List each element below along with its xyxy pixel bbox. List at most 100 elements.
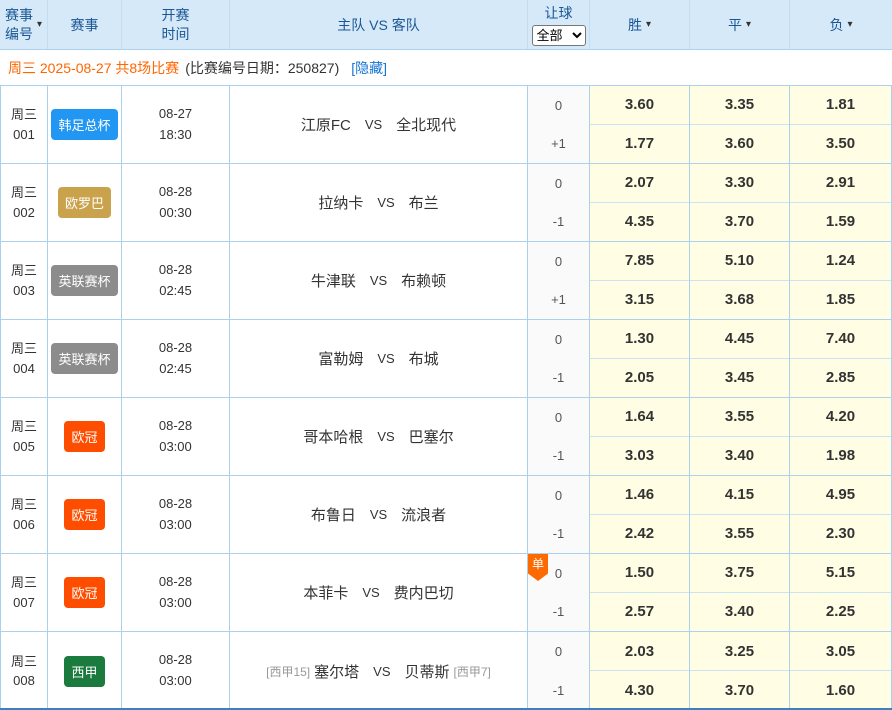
- hide-link[interactable]: [隐藏]: [351, 58, 387, 78]
- draw-sort-icon[interactable]: ▾: [746, 19, 751, 30]
- league-badge[interactable]: 英联赛杯: [51, 343, 117, 374]
- draw-odds-top[interactable]: 3.55: [690, 398, 789, 437]
- win-odds-top[interactable]: 1.50: [590, 554, 689, 593]
- teams-cell[interactable]: 牛津联VS布赖顿: [230, 242, 528, 319]
- col-header-lose[interactable]: 负 ▾: [790, 0, 892, 49]
- draw-odds-bottom[interactable]: 3.70: [690, 671, 789, 710]
- win-odds-top[interactable]: 1.30: [590, 320, 689, 359]
- match-no: 006: [13, 515, 35, 535]
- draw-odds-top[interactable]: 4.45: [690, 320, 789, 359]
- handicap-filter-select[interactable]: 全部: [532, 25, 586, 46]
- home-team: 哥本哈根: [303, 426, 363, 447]
- lose-odds-bottom[interactable]: 1.98: [790, 437, 891, 476]
- win-odds-top[interactable]: 3.60: [590, 86, 689, 125]
- handicap-value-top: 0: [528, 86, 589, 125]
- draw-odds-top[interactable]: 3.30: [690, 164, 789, 203]
- league-badge[interactable]: 欧冠: [64, 421, 104, 452]
- col-header-match-no[interactable]: 赛事 编号 ▾: [0, 0, 48, 49]
- win-odds-top[interactable]: 7.85: [590, 242, 689, 281]
- lose-odds-top[interactable]: 1.24: [790, 242, 891, 281]
- league-badge[interactable]: 英联赛杯: [51, 265, 117, 296]
- draw-odds-bottom[interactable]: 3.68: [690, 281, 789, 320]
- home-team: 塞尔塔: [314, 661, 359, 682]
- handicap-value-top: 0: [528, 242, 589, 281]
- draw-odds-top[interactable]: 4.15: [690, 476, 789, 515]
- draw-odds-bottom[interactable]: 3.60: [690, 125, 789, 164]
- handicap-value-top: 0: [528, 398, 589, 437]
- match-time: 00:30: [159, 203, 192, 224]
- win-odds-top[interactable]: 2.07: [590, 164, 689, 203]
- lose-odds-bottom[interactable]: 1.85: [790, 281, 891, 320]
- draw-odds-bottom[interactable]: 3.40: [690, 437, 789, 476]
- match-day: 周三: [11, 417, 37, 437]
- draw-odds-bottom[interactable]: 3.70: [690, 203, 789, 242]
- lose-odds-top[interactable]: 3.05: [790, 632, 891, 671]
- league-badge[interactable]: 西甲: [64, 656, 104, 687]
- match-time: 02:45: [159, 359, 192, 380]
- away-team: 流浪者: [401, 504, 446, 525]
- day-header: 周三 2025-08-27 共8场比赛 (比赛编号日期：250827) [隐藏]: [0, 50, 892, 86]
- match-no-sort-icon[interactable]: ▾: [37, 19, 42, 30]
- teams-cell[interactable]: 拉纳卡VS布兰: [230, 164, 528, 241]
- league-badge[interactable]: 欧冠: [64, 499, 104, 530]
- lose-odds-top[interactable]: 1.81: [790, 86, 891, 125]
- lose-odds-bottom[interactable]: 1.60: [790, 671, 891, 710]
- draw-odds-top[interactable]: 3.35: [690, 86, 789, 125]
- win-odds-bottom[interactable]: 1.77: [590, 125, 689, 164]
- lose-sort-icon[interactable]: ▾: [847, 19, 852, 30]
- teams-cell[interactable]: [西甲15]塞尔塔VS贝蒂斯[西甲7]: [230, 632, 528, 710]
- match-date: 08-28: [159, 494, 192, 515]
- draw-odds-bottom[interactable]: 3.55: [690, 515, 789, 554]
- draw-odds-bottom[interactable]: 3.45: [690, 359, 789, 398]
- win-odds-column: 3.601.77: [590, 86, 690, 163]
- lose-odds-bottom[interactable]: 1.59: [790, 203, 891, 242]
- day-header-note: (比赛编号日期：250827): [185, 58, 339, 78]
- lose-odds-top[interactable]: 5.15: [790, 554, 891, 593]
- draw-odds-bottom[interactable]: 3.40: [690, 593, 789, 632]
- lose-odds-top[interactable]: 4.20: [790, 398, 891, 437]
- home-team: 布鲁日: [311, 504, 356, 525]
- col-header-win[interactable]: 胜 ▾: [590, 0, 690, 49]
- match-number-cell: 周三006: [0, 476, 48, 553]
- lose-odds-bottom[interactable]: 2.85: [790, 359, 891, 398]
- league-badge[interactable]: 欧冠: [64, 577, 104, 608]
- col-header-draw[interactable]: 平 ▾: [690, 0, 790, 49]
- win-odds-bottom[interactable]: 2.57: [590, 593, 689, 632]
- lose-odds-top[interactable]: 2.91: [790, 164, 891, 203]
- lose-odds-top[interactable]: 4.95: [790, 476, 891, 515]
- win-sort-icon[interactable]: ▾: [646, 19, 651, 30]
- lose-odds-bottom[interactable]: 3.50: [790, 125, 891, 164]
- win-odds-bottom[interactable]: 2.05: [590, 359, 689, 398]
- win-odds-bottom[interactable]: 4.35: [590, 203, 689, 242]
- win-odds-bottom[interactable]: 3.15: [590, 281, 689, 320]
- match-no: 004: [13, 359, 35, 379]
- win-odds-bottom[interactable]: 2.42: [590, 515, 689, 554]
- teams-cell[interactable]: 富勒姆VS布城: [230, 320, 528, 397]
- match-number-cell: 周三001: [0, 86, 48, 163]
- teams-cell[interactable]: 布鲁日VS流浪者: [230, 476, 528, 553]
- draw-odds-top[interactable]: 3.25: [690, 632, 789, 671]
- start-time-cell: 08-2802:45: [122, 320, 230, 397]
- match-row: 周三008西甲08-2803:00[西甲15]塞尔塔VS贝蒂斯[西甲7]0-12…: [0, 632, 892, 710]
- win-odds-bottom[interactable]: 3.03: [590, 437, 689, 476]
- lose-odds-bottom[interactable]: 2.30: [790, 515, 891, 554]
- away-team: 全北现代: [396, 114, 456, 135]
- league-cell: 英联赛杯: [48, 242, 122, 319]
- match-row: 周三002欧罗巴08-2800:30拉纳卡VS布兰0-12.074.353.30…: [0, 164, 892, 242]
- league-badge[interactable]: 欧罗巴: [58, 187, 111, 218]
- handicap-value-bottom: -1: [528, 203, 589, 242]
- league-badge[interactable]: 韩足总杯: [51, 109, 117, 140]
- handicap-value-bottom: -1: [528, 515, 589, 554]
- draw-odds-top[interactable]: 5.10: [690, 242, 789, 281]
- teams-cell[interactable]: 本菲卡VS费内巴切: [230, 554, 528, 631]
- lose-odds-top[interactable]: 7.40: [790, 320, 891, 359]
- teams-cell[interactable]: 哥本哈根VS巴塞尔: [230, 398, 528, 475]
- win-odds-top[interactable]: 1.64: [590, 398, 689, 437]
- win-odds-top[interactable]: 1.46: [590, 476, 689, 515]
- lose-odds-bottom[interactable]: 2.25: [790, 593, 891, 632]
- win-odds-top[interactable]: 2.03: [590, 632, 689, 671]
- draw-odds-top[interactable]: 3.75: [690, 554, 789, 593]
- win-odds-bottom[interactable]: 4.30: [590, 671, 689, 710]
- teams-cell[interactable]: 江原FCVS全北现代: [230, 86, 528, 163]
- match-row: 周三005欧冠08-2803:00哥本哈根VS巴塞尔0-11.643.033.5…: [0, 398, 892, 476]
